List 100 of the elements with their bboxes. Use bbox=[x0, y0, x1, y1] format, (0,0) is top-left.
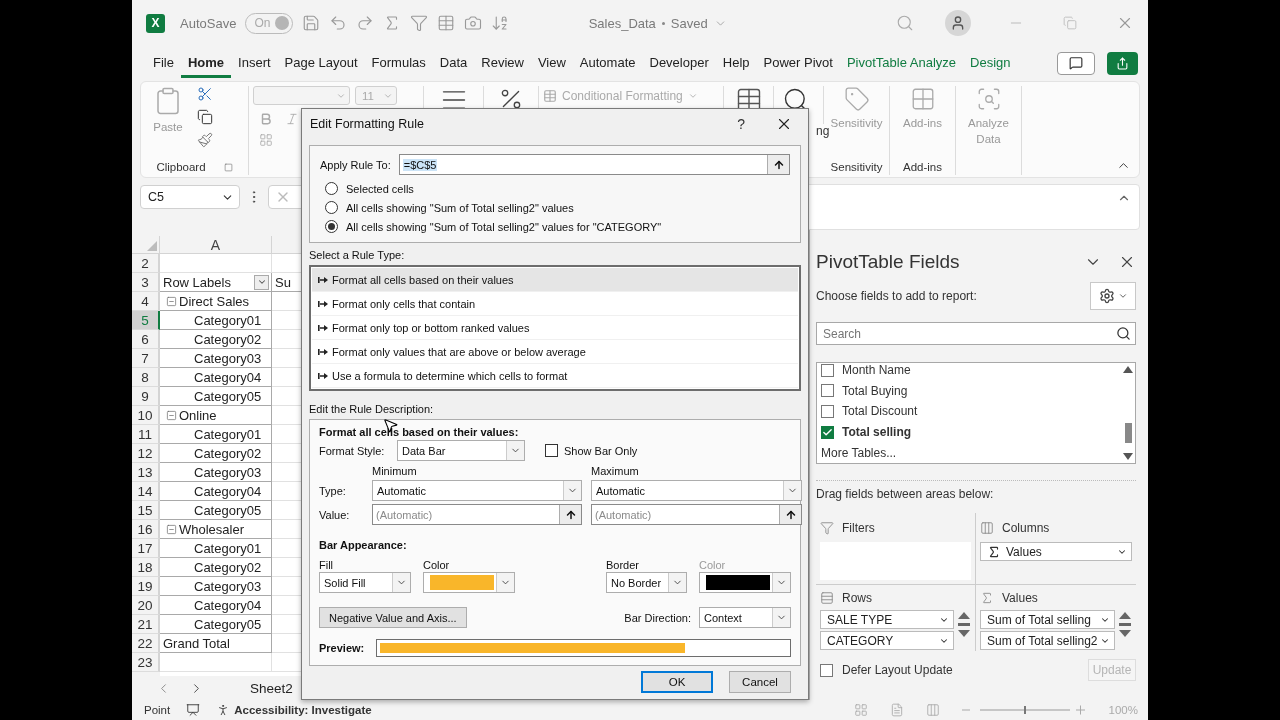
font-name-field[interactable] bbox=[253, 86, 350, 105]
dropdown[interactable]: No Border bbox=[606, 572, 687, 593]
radio-label: All cells showing "Sum of Total selling2" values bbox=[346, 201, 574, 214]
checkbox[interactable] bbox=[821, 363, 834, 377]
scroll-down-icon[interactable] bbox=[1123, 453, 1133, 460]
menu-tab[interactable]: Page Layout bbox=[277, 48, 365, 78]
field-pill[interactable]: Sum of Total selling bbox=[980, 610, 1115, 629]
table-cell: Category01 bbox=[160, 311, 272, 330]
field-pill[interactable]: SALE TYPE bbox=[820, 610, 954, 629]
dropdown[interactable]: Context bbox=[699, 607, 791, 628]
cut-icon[interactable] bbox=[197, 86, 213, 102]
accessibility-status[interactable]: Accessibility: Investigate bbox=[234, 704, 372, 716]
checkbox[interactable] bbox=[821, 405, 834, 418]
dropdown[interactable]: Automatic bbox=[591, 480, 802, 501]
search-icon[interactable] bbox=[1116, 326, 1131, 341]
collapse-icon[interactable] bbox=[166, 295, 177, 307]
collapse-dialog-button[interactable] bbox=[559, 505, 581, 524]
row-number: 16 bbox=[132, 520, 160, 539]
sheet-tab[interactable]: Sheet2 bbox=[250, 680, 293, 696]
menu-tab[interactable]: Design bbox=[963, 48, 1018, 78]
negative-value-button[interactable]: Negative Value and Axis... bbox=[319, 607, 467, 628]
share-button[interactable] bbox=[1107, 51, 1138, 75]
menu-tab[interactable]: File bbox=[146, 48, 181, 78]
share-icon bbox=[1116, 56, 1129, 70]
field-pill[interactable]: Values bbox=[980, 542, 1132, 561]
row-number: 12 bbox=[132, 444, 160, 463]
ok-button[interactable]: OK bbox=[641, 671, 713, 693]
field-pill[interactable]: Sum of Total selling2 bbox=[980, 631, 1115, 650]
filter-icon[interactable] bbox=[410, 14, 429, 32]
dropdown[interactable]: Automatic bbox=[372, 480, 582, 501]
collapse-icon[interactable] bbox=[166, 409, 177, 421]
cancel-button[interactable]: Cancel bbox=[729, 671, 791, 693]
scroll-up-icon[interactable] bbox=[1123, 366, 1133, 373]
field-label: Border bbox=[606, 559, 641, 571]
range-field[interactable]: =$C$5 bbox=[398, 154, 790, 175]
undo-icon[interactable] bbox=[329, 14, 348, 32]
table-cell: Category03 bbox=[160, 577, 272, 596]
menu-tab[interactable]: Data bbox=[432, 48, 475, 78]
section-heading: Format all cells based on their values: bbox=[319, 426, 520, 438]
checkbox[interactable] bbox=[821, 425, 834, 439]
settings-button[interactable] bbox=[1090, 282, 1136, 310]
checkbox[interactable] bbox=[545, 444, 558, 457]
app-logo: X bbox=[146, 13, 165, 33]
row-number: 20 bbox=[132, 596, 160, 615]
comments-button[interactable] bbox=[1057, 51, 1095, 75]
collapse-dialog-button[interactable] bbox=[767, 155, 789, 174]
save-icon[interactable] bbox=[302, 14, 321, 32]
radio-button[interactable] bbox=[325, 182, 338, 195]
document-title: Sales_Data bbox=[588, 15, 656, 31]
value-field[interactable]: (Automatic) bbox=[372, 504, 582, 525]
menu-tab[interactable]: Help bbox=[715, 48, 757, 78]
redo-icon[interactable] bbox=[356, 14, 375, 32]
menu-tab[interactable]: View bbox=[530, 48, 573, 78]
radio-button[interactable] bbox=[325, 220, 338, 233]
list-item[interactable]: Format all cells based on their values bbox=[312, 268, 798, 292]
menu-tab[interactable]: Home bbox=[180, 48, 232, 78]
rows-icon bbox=[820, 591, 834, 605]
collapse-dialog-button[interactable] bbox=[779, 505, 801, 524]
table-cell: Category05 bbox=[160, 387, 272, 406]
menu-tab[interactable]: PivotTable Analyze bbox=[839, 48, 963, 78]
row-number: 9 bbox=[132, 387, 160, 406]
row-number: 13 bbox=[132, 463, 160, 482]
menu-tab[interactable]: Developer bbox=[642, 48, 716, 78]
dropdown[interactable]: Solid Fill bbox=[319, 572, 411, 593]
avatar[interactable] bbox=[945, 10, 971, 36]
camera-icon[interactable] bbox=[464, 14, 483, 32]
filter-dropdown[interactable] bbox=[254, 274, 269, 290]
row-number: 10 bbox=[132, 406, 160, 425]
arrow-icon bbox=[318, 347, 328, 356]
scrollbar-thumb[interactable] bbox=[1124, 423, 1132, 443]
sort-icon[interactable] bbox=[491, 14, 510, 32]
button-label[interactable]: ng bbox=[816, 124, 832, 175]
field-label: Color bbox=[699, 559, 727, 571]
arrow-icon bbox=[318, 371, 328, 380]
help-button[interactable]: ? bbox=[737, 116, 745, 132]
collapse-icon[interactable] bbox=[166, 523, 177, 535]
menu-tab[interactable]: Power Pivot bbox=[756, 48, 840, 78]
menu-tab[interactable]: Review bbox=[474, 48, 531, 78]
name-box[interactable]: C5 bbox=[140, 185, 240, 209]
checkbox[interactable] bbox=[821, 384, 834, 398]
table-cell: Category04 bbox=[160, 482, 272, 501]
color-picker[interactable] bbox=[699, 572, 791, 593]
row-number: 17 bbox=[132, 539, 160, 558]
menu-tab[interactable]: Automate bbox=[572, 48, 643, 78]
field-pill[interactable]: CATEGORY bbox=[820, 631, 954, 650]
group-label: Clipboard bbox=[156, 161, 206, 173]
chevron-down-icon bbox=[687, 91, 698, 101]
more-tables-link[interactable]: More Tables... bbox=[821, 445, 897, 460]
radio-button[interactable] bbox=[325, 201, 338, 214]
zoom-slider[interactable] bbox=[961, 704, 1087, 716]
value-field[interactable]: (Automatic) bbox=[591, 504, 802, 525]
format-painter-icon[interactable] bbox=[197, 132, 213, 148]
status-mode: Point bbox=[144, 704, 171, 716]
color-picker[interactable] bbox=[423, 572, 515, 593]
checkbox[interactable] bbox=[820, 663, 833, 677]
search-field[interactable]: Search bbox=[816, 322, 1136, 345]
dropdown[interactable]: Data Bar bbox=[397, 440, 525, 461]
menu-tab[interactable]: Insert bbox=[231, 48, 278, 78]
menu-tab[interactable]: Formulas bbox=[364, 48, 433, 78]
copy-icon[interactable] bbox=[197, 109, 213, 125]
